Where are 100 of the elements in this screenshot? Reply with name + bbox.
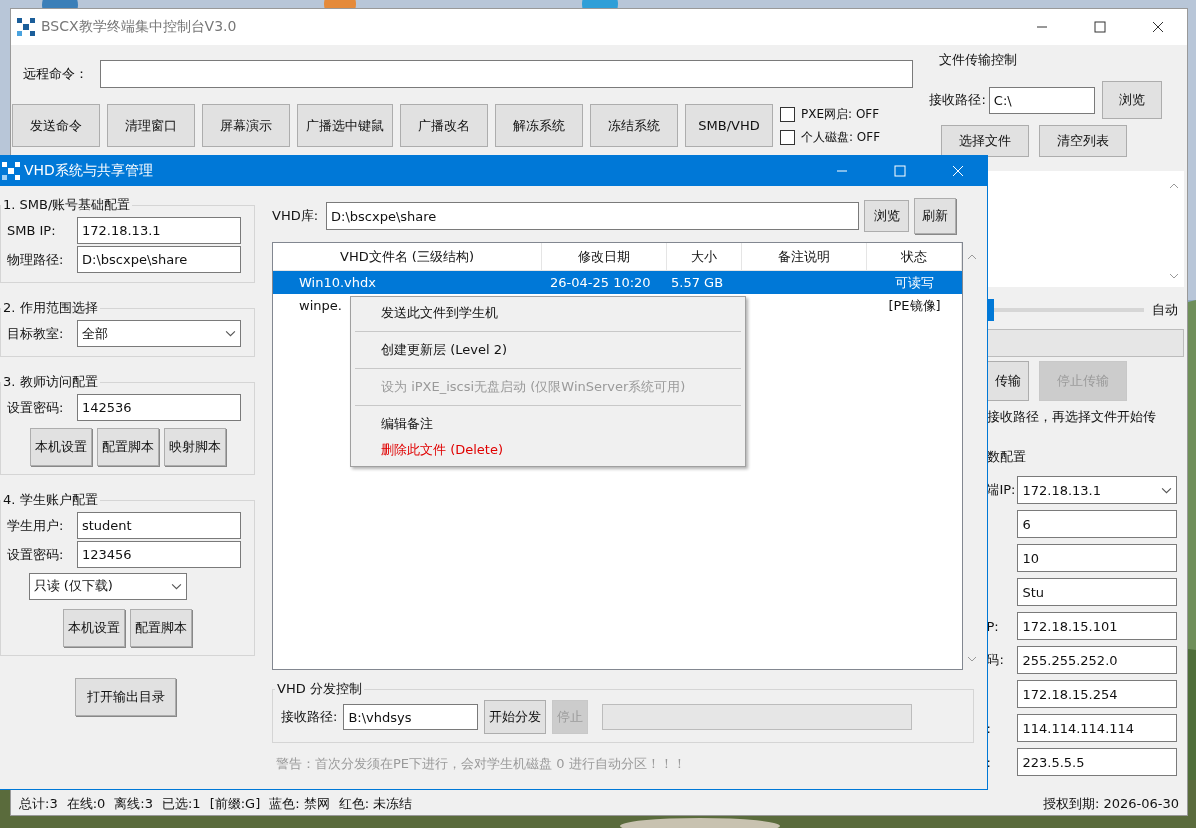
select-files-button[interactable]: 选择文件 xyxy=(941,125,1030,157)
browse-button[interactable]: 浏览 xyxy=(864,200,910,232)
text-field[interactable]: 142536 xyxy=(77,394,241,421)
status-text: 蓝色: 禁网 xyxy=(269,795,330,813)
column-header[interactable]: 大小 xyxy=(667,243,742,270)
scroll-up-icon[interactable] xyxy=(1169,183,1180,189)
text-field[interactable]: D:\bscxpe\share xyxy=(77,246,241,273)
scroll-up-icon[interactable] xyxy=(967,254,977,260)
toolbar-button[interactable]: 发送命令 xyxy=(12,104,100,147)
text-field[interactable]: 172.18.15.101 xyxy=(1017,612,1178,640)
checkbox[interactable] xyxy=(780,129,795,145)
field-label: P: xyxy=(986,618,999,634)
status-text: 已选:1 xyxy=(161,795,201,813)
path-field[interactable]: C:\ xyxy=(988,86,1095,114)
ip-dropdown[interactable]: 172.18.13.1 xyxy=(1017,476,1178,504)
group-title: 3. 教师访问配置 xyxy=(2,373,99,391)
text-field[interactable]: 6 xyxy=(1017,510,1178,538)
table-cell: 可读写 xyxy=(895,273,934,292)
close-icon xyxy=(1152,21,1164,33)
dropdown[interactable]: 只读 (仅下载) xyxy=(28,572,187,600)
checkbox-label: PXE网启: OFF xyxy=(801,105,880,123)
checkbox-label: 个人磁盘: OFF xyxy=(801,128,881,146)
toolbar-button[interactable]: 屏幕演示 xyxy=(202,104,290,147)
window-title: BSCX教学终端集中控制台V3.0 xyxy=(41,18,237,36)
group-title: VHD 分发控制 xyxy=(276,680,363,698)
field-label: 设置密码: xyxy=(7,545,65,564)
chevron-down-icon xyxy=(170,582,182,590)
status-text: 红色: 未冻结 xyxy=(338,795,413,813)
field-label: 接收路径: xyxy=(281,708,338,726)
field-label: SMB IP: xyxy=(7,223,57,238)
text-field[interactable]: 123456 xyxy=(77,541,241,568)
group-title: 文件传输控制 xyxy=(939,51,1019,69)
text-field[interactable]: 172.18.13.1 xyxy=(77,217,241,244)
start-button[interactable]: 开始分发 xyxy=(484,700,547,734)
column-header[interactable]: 备注说明 xyxy=(742,243,867,270)
field-label: 接收路径: xyxy=(929,91,986,109)
column-header[interactable]: 状态 xyxy=(867,243,962,270)
text-field[interactable]: 114.114.114.114 xyxy=(1017,714,1178,742)
chevron-down-icon xyxy=(225,330,236,337)
dropdown[interactable]: 全部 xyxy=(77,320,241,347)
text-field[interactable]: 172.18.15.254 xyxy=(1017,680,1178,708)
menu-item[interactable]: 发送此文件到学生机 xyxy=(353,300,743,326)
app-logo-icon xyxy=(17,18,35,36)
text-field[interactable]: 255.255.252.0 xyxy=(1017,646,1178,674)
group-title: 1. SMB/账号基础配置 xyxy=(2,196,132,214)
checkbox[interactable] xyxy=(780,106,795,122)
text-field[interactable]: 223.5.5.5 xyxy=(1017,748,1178,776)
toolbar-button[interactable]: SMB/VHD xyxy=(685,104,773,147)
slider-label: 自动 xyxy=(1152,301,1179,319)
menu-item[interactable]: 创建更新层 (Level 2) xyxy=(353,337,743,363)
field-label: 设置密码: xyxy=(7,398,65,417)
text-field[interactable]: Stu xyxy=(1017,578,1178,606)
menu-item[interactable]: 删除此文件 (Delete) xyxy=(353,437,743,463)
column-header[interactable]: VHD文件名 (三级结构) xyxy=(273,243,542,270)
group-title: 4. 学生账户配置 xyxy=(2,491,99,509)
app-logo-icon xyxy=(2,162,20,180)
browse-button[interactable]: 浏览 xyxy=(1101,81,1162,119)
scroll-down-icon[interactable] xyxy=(1169,273,1180,279)
toolbar-button[interactable]: 清理窗口 xyxy=(107,104,195,147)
path-field[interactable]: D:\bscxpe\share xyxy=(326,202,860,230)
clear-list-button[interactable]: 清空列表 xyxy=(1039,125,1128,157)
toolbar-button[interactable]: 冻结系统 xyxy=(590,104,678,147)
refresh-button[interactable]: 刷新 xyxy=(914,198,957,234)
field-label: 目标教室: xyxy=(7,324,65,343)
action-button[interactable]: 映射脚本 xyxy=(163,428,226,466)
chevron-down-icon xyxy=(1161,486,1173,494)
toolbar-button[interactable]: 广播改名 xyxy=(400,104,488,147)
field-label: : xyxy=(986,754,991,770)
column-header[interactable]: 修改日期 xyxy=(542,243,667,270)
window-title: VHD系统与共享管理 xyxy=(24,162,153,180)
close-icon xyxy=(952,165,964,177)
group-title: 2. 作用范围选择 xyxy=(2,299,99,317)
warning-text: 警告：首次分发须在PE下进行，会对学生机磁盘 0 进行自动分区！！！ xyxy=(276,755,687,773)
table-cell: Win10.vhdx xyxy=(299,275,376,290)
maximize-icon xyxy=(894,165,906,177)
transfer-button[interactable]: 传输 xyxy=(987,361,1030,401)
license-text: 授权到期: 2026-06-30 xyxy=(1042,795,1179,813)
toolbar-button[interactable]: 解冻系统 xyxy=(495,104,583,147)
text-field[interactable]: 10 xyxy=(1017,544,1178,572)
action-button[interactable]: 配置脚本 xyxy=(130,609,192,647)
field-label: 远程命令： xyxy=(23,65,88,83)
status-text: 在线:0 xyxy=(66,795,106,813)
hint-text: 接收路径，再选择文件开始传 xyxy=(987,408,1158,426)
table-row[interactable]: Win10.vhdx 26-04-25 10:20 5.57 GB 可读写 xyxy=(273,271,962,294)
command-input[interactable] xyxy=(100,60,913,88)
table-cell: 26-04-25 10:20 xyxy=(550,275,651,290)
action-button[interactable]: 配置脚本 xyxy=(96,428,159,466)
open-output-button[interactable]: 打开输出目录 xyxy=(75,678,176,716)
text-field[interactable]: student xyxy=(77,512,241,539)
path-field[interactable]: B:\vhdsys xyxy=(343,704,479,730)
scroll-down-icon[interactable] xyxy=(967,656,977,662)
action-button[interactable]: 本机设置 xyxy=(63,609,125,647)
action-button[interactable]: 本机设置 xyxy=(29,428,92,466)
maximize-icon xyxy=(1094,21,1106,33)
status-text: 总计:3 xyxy=(19,795,58,813)
toolbar-button[interactable]: 广播选中键鼠 xyxy=(297,104,393,147)
field-label: : xyxy=(986,720,991,736)
field-label: 学生用户: xyxy=(7,516,65,535)
menu-item[interactable]: 编辑备注 xyxy=(353,411,743,437)
field-label: 物理路径: xyxy=(7,250,65,269)
